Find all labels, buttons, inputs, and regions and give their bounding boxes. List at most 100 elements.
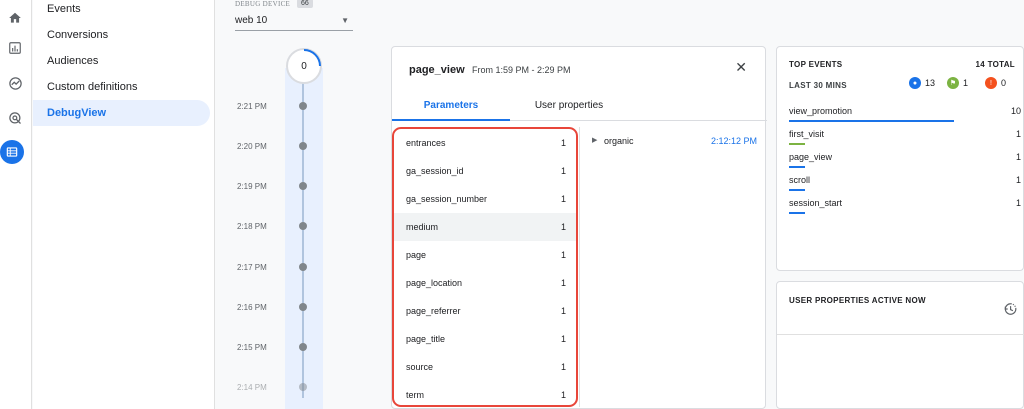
nav-item-events[interactable]: Events (33, 0, 210, 22)
explore-icon[interactable] (4, 72, 26, 94)
parameter-row[interactable]: page_referrer 1 (394, 297, 576, 325)
event-name: page_view (409, 64, 465, 76)
parameter-name: page_location (406, 278, 463, 288)
parameter-count: 1 (560, 166, 566, 176)
parameter-timestamp[interactable]: 2:12:12 PM (711, 136, 757, 146)
timeline-dot[interactable] (299, 383, 307, 391)
parameter-name: page_referrer (406, 306, 461, 316)
parameter-name: page (406, 250, 427, 260)
parameter-name: page_title (406, 334, 446, 344)
parameter-row[interactable]: source 1 (394, 353, 576, 381)
event-tabs: Parameters User properties (392, 93, 767, 121)
icon-rail (0, 0, 32, 409)
top-events-total: 14 TOTAL (975, 60, 1015, 69)
top-event-bar (789, 166, 805, 168)
parameter-count: 1 (560, 306, 566, 316)
parameter-count: 1 (560, 362, 566, 372)
parameter-count: 1 (560, 194, 566, 204)
top-event-bar (789, 212, 805, 214)
flag-icon: ⚑ (947, 77, 959, 89)
parameter-row[interactable]: page 1 (394, 241, 576, 269)
events-count-badge: ● 13 (909, 77, 935, 89)
top-event-row[interactable]: scroll 1 (789, 172, 1021, 194)
timeline-dot[interactable] (299, 102, 307, 110)
conversions-count-value: 1 (963, 78, 969, 88)
parameter-count: 1 (560, 390, 566, 400)
home-icon[interactable] (4, 7, 26, 29)
debug-device-label: DEBUG DEVICE (235, 0, 291, 8)
top-event-row[interactable]: page_view 1 (789, 149, 1021, 171)
top-event-row[interactable]: view_promotion 10 (789, 103, 1021, 125)
parameters-list: entrances 1 ga_session_id 1 ga_session_num… (392, 127, 578, 407)
top-event-name: view_promotion (789, 106, 853, 116)
errors-count-badge: ! 0 (985, 77, 1006, 89)
top-events-title: TOP EVENTS (789, 60, 843, 69)
configure-icon[interactable] (0, 140, 24, 164)
timeline-dot[interactable] (299, 222, 307, 230)
nav-item-conversions[interactable]: Conversions (33, 22, 210, 48)
parameter-row[interactable]: medium 1 (394, 213, 576, 241)
event-person-icon: ● (909, 77, 921, 89)
parameter-row[interactable]: term 1 (394, 381, 576, 405)
time-label: 2:21 PM (237, 102, 267, 111)
timeline-dot[interactable] (299, 303, 307, 311)
parameter-row[interactable]: page_title 1 (394, 325, 576, 353)
parameter-name: medium (406, 222, 439, 232)
close-icon[interactable]: ✕ (735, 59, 747, 76)
top-event-name: scroll (789, 175, 811, 185)
top-event-name: session_start (789, 198, 843, 208)
debug-device-value: web 10 (235, 15, 268, 26)
top-event-name: first_visit (789, 129, 825, 139)
top-event-row[interactable]: session_start 1 (789, 195, 1021, 217)
timeline-dot[interactable] (299, 142, 307, 150)
top-event-bar (789, 143, 805, 145)
column-divider (579, 127, 580, 407)
top-events-subtitle: LAST 30 MINS (789, 81, 847, 90)
tab-user-properties[interactable]: User properties (510, 93, 628, 121)
user-properties-title: USER PROPERTIES ACTIVE NOW (789, 296, 926, 305)
time-label: 2:20 PM (237, 142, 267, 151)
errors-count-value: 0 (1001, 78, 1007, 88)
nav-item-audiences[interactable]: Audiences (33, 48, 210, 74)
parameter-row[interactable]: ga_session_number 1 (394, 185, 576, 213)
expand-arrow-icon[interactable]: ▶ (592, 136, 597, 144)
time-label: 2:15 PM (237, 343, 267, 352)
tab-parameters[interactable]: Parameters (392, 93, 510, 121)
event-time-range: From 1:59 PM - 2:29 PM (472, 65, 571, 75)
parameter-value: organic (604, 136, 634, 146)
error-icon: ! (985, 77, 997, 89)
parameter-row[interactable]: entrances 1 (394, 129, 576, 157)
reports-icon[interactable] (4, 37, 26, 59)
parameter-row[interactable]: page_location 1 (394, 269, 576, 297)
timeline-dot[interactable] (299, 182, 307, 190)
timeline-dot[interactable] (299, 343, 307, 351)
top-event-bar (789, 189, 805, 191)
parameter-row[interactable]: ga_session_id 1 (394, 157, 576, 185)
parameter-name: ga_session_id (406, 166, 464, 176)
time-label: 2:16 PM (237, 303, 267, 312)
nav-item-debugview[interactable]: DebugView (33, 100, 210, 126)
parameter-name: term (406, 390, 424, 400)
conversions-count-badge: ⚑ 1 (947, 77, 968, 89)
time-label: 2:17 PM (237, 263, 267, 272)
top-event-count: 1 (1015, 129, 1021, 139)
top-event-count: 1 (1015, 198, 1021, 208)
time-label: 2:18 PM (237, 222, 267, 231)
timeline-column (285, 68, 323, 409)
debug-device-select[interactable]: web 10 ▼ (235, 13, 353, 31)
time-label: 2:14 PM (237, 383, 267, 392)
parameter-count: 1 (560, 278, 566, 288)
top-event-bar (789, 120, 954, 122)
parameter-count: 1 (560, 138, 566, 148)
parameter-count: 1 (560, 250, 566, 260)
nav-item-custom-definitions[interactable]: Custom definitions (33, 74, 210, 100)
chevron-down-icon: ▼ (341, 16, 349, 25)
divider (777, 334, 1024, 335)
parameter-count: 1 (560, 222, 566, 232)
history-icon[interactable] (1003, 302, 1017, 316)
top-event-row[interactable]: first_visit 1 (789, 126, 1021, 148)
user-properties-card: USER PROPERTIES ACTIVE NOW (776, 281, 1024, 409)
counter-progress-arc (303, 49, 321, 67)
timeline-dot[interactable] (299, 263, 307, 271)
advertising-icon[interactable] (4, 107, 26, 129)
